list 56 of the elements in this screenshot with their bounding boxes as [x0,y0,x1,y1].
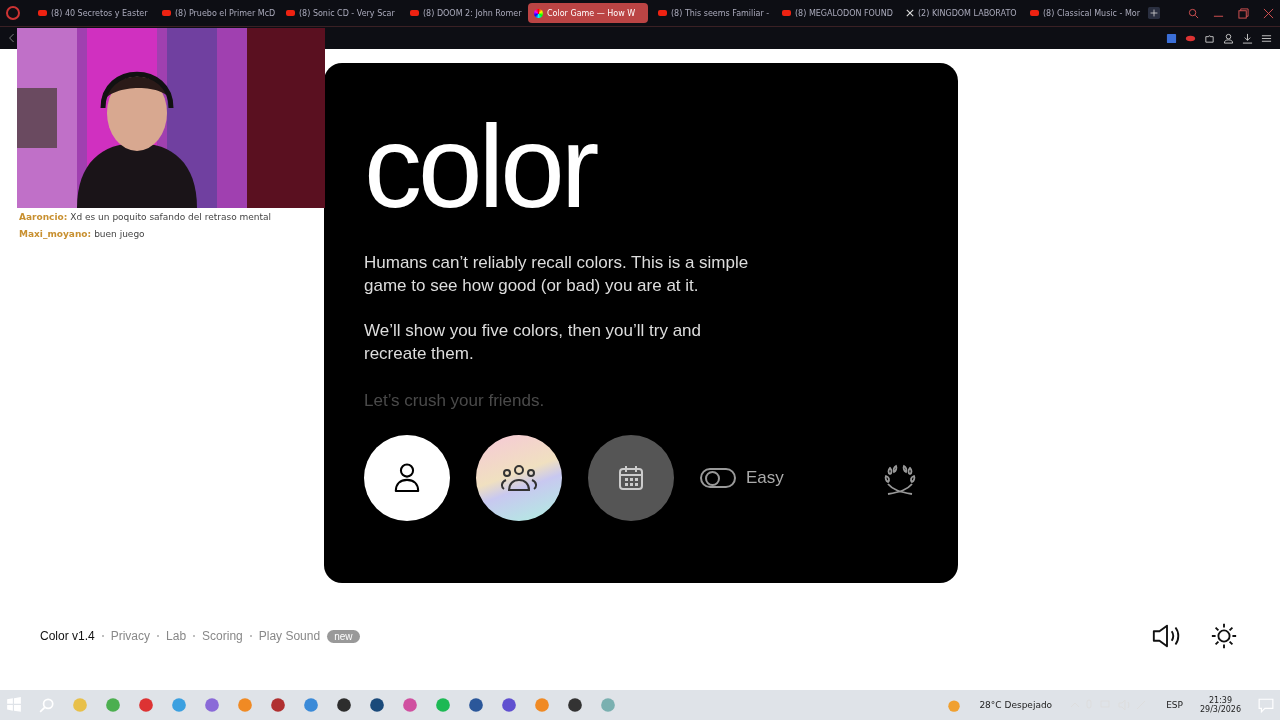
intro-paragraph: We’ll show you five colors, then you’ll try and recreate them. [364,320,702,365]
browser-tab[interactable]: Color Game — How W [528,3,648,23]
download-icon[interactable] [1242,32,1253,44]
app-icon[interactable] [567,697,583,713]
person-icon [393,462,421,494]
play-icon [410,10,419,16]
browser-tab[interactable]: (2) KINGDOM LABORATO [900,3,1020,23]
version-label: Color v1.4 [40,629,95,643]
app-icon[interactable] [369,697,385,713]
footer-link[interactable]: Lab [166,629,187,643]
intro-paragraph: Humans can’t reliably recall colors. This is a simple game to see how good (or bad) you are at it. [364,252,750,297]
clock-date: 29/3/2026 [1199,705,1241,714]
app-icon[interactable] [468,697,484,713]
language-indicator[interactable]: ESP [1166,700,1183,710]
browser-tab[interactable]: (8) 40 Secretos y Easter [32,3,152,23]
group-icon [499,464,539,492]
browser-logo-icon[interactable] [6,6,20,20]
color-wheel-icon [534,8,543,18]
restore-icon[interactable] [1238,7,1249,19]
browser-tab[interactable]: (8) This seems Familiar - [652,3,772,23]
play-icon [658,10,667,16]
play-icon [162,10,171,16]
play-icon [38,10,47,16]
clock-time: 21:39 [1208,696,1232,705]
chat-username: Maxi_moyano: [19,229,92,239]
footer-link[interactable]: Scoring [202,629,243,643]
profile-icon[interactable] [1223,32,1234,44]
footer-link[interactable]: Privacy [110,629,151,643]
browser-tab[interactable]: (8) Classical Music - Mor [1024,3,1144,23]
chat-username: Aaroncio: [19,212,68,222]
translate-icon[interactable] [1166,32,1177,44]
footer-link[interactable]: Play Sound [258,629,321,643]
browser-tab[interactable]: (8) Pruebo el Primer McD [156,3,276,23]
close-icon[interactable] [1263,7,1274,19]
app-icon[interactable] [270,697,286,713]
x-mark-icon [906,9,914,17]
difficulty-label: Easy [746,468,784,488]
play-icon [1030,10,1039,16]
chat-message: Xd es un poquito safando del retraso mental [70,212,272,222]
difficulty-toggle[interactable] [700,468,736,488]
back-icon[interactable] [8,33,16,43]
menu-icon[interactable] [1261,32,1272,44]
new-tab-icon[interactable] [1148,7,1160,19]
search-icon[interactable] [1188,7,1199,19]
browser-tab[interactable]: (8) Sonic CD - Very Scar [280,3,400,23]
app-icon[interactable] [501,697,517,713]
tagline: Let’s crush your friends. [364,391,545,411]
new-badge: new [327,629,360,643]
chat-message: buen juego [94,229,145,239]
game-title: color [364,109,596,225]
play-icon [286,10,295,16]
weather-text[interactable]: 28°C Despejado [979,700,1053,710]
browser-tab[interactable]: (8) DOOM 2: John Romer [404,3,524,23]
browser-tab[interactable]: (8) MEGALODON FOUND [776,3,896,23]
app-icon[interactable] [336,697,352,713]
play-icon [782,10,791,16]
